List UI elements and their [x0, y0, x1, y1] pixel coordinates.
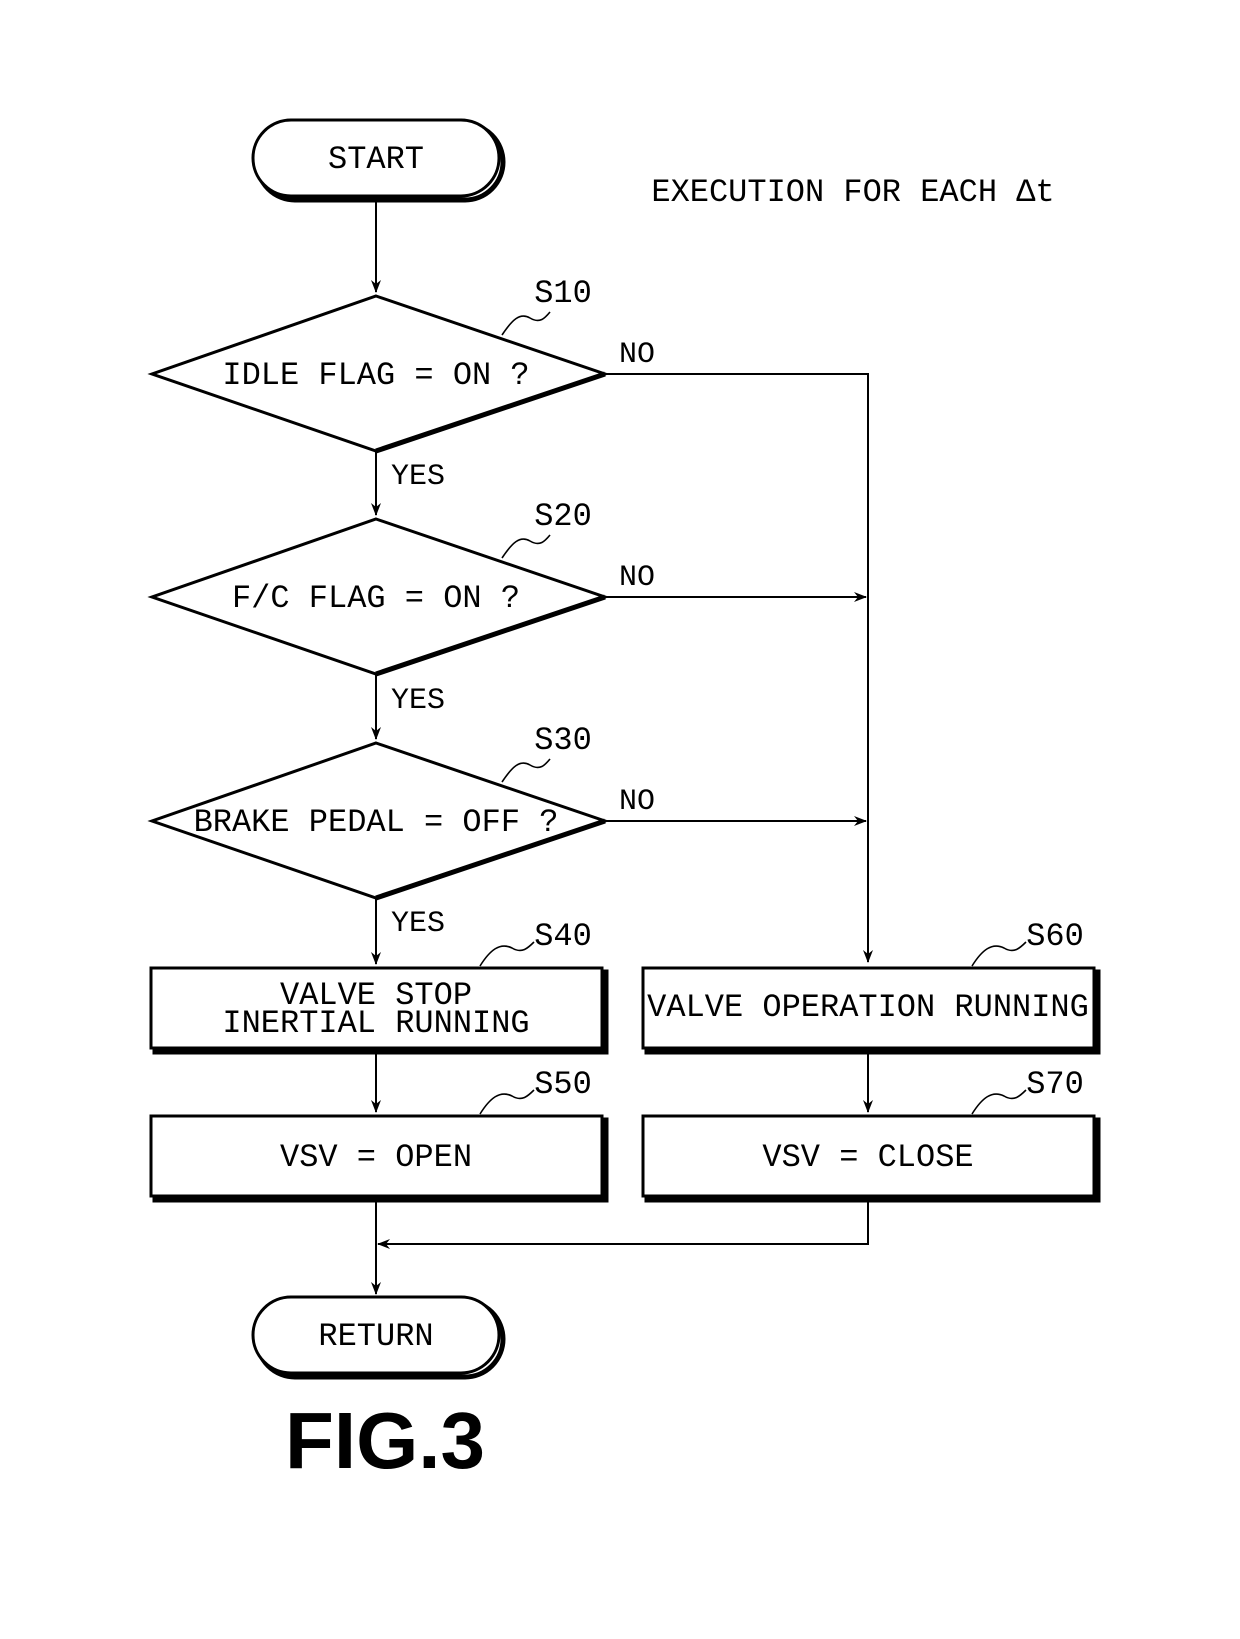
- process-s40-line2: INERTIAL RUNNING: [222, 1005, 529, 1042]
- process-s70: VSV = CLOSE S70: [641, 1066, 1101, 1203]
- no-label-s10: NO: [619, 338, 655, 372]
- no-label-s30: NO: [619, 785, 655, 819]
- yes-label-s30: YES: [391, 907, 445, 941]
- process-s70-text: VSV = CLOSE: [762, 1139, 973, 1176]
- yes-label-s20: YES: [391, 684, 445, 718]
- leader-s60: [971, 941, 1027, 967]
- leader-s30: [501, 758, 551, 783]
- flowchart: START EXECUTION FOR EACH Δt IDLE FLAG = …: [147, 118, 1101, 1485]
- yes-label-s10: YES: [391, 460, 445, 494]
- step-label-s10: S10: [534, 275, 592, 312]
- edge-s70-return: [377, 1198, 869, 1249]
- step-label-s70: S70: [1026, 1066, 1084, 1103]
- start-terminal: START: [251, 118, 506, 203]
- decision-s30-text: BRAKE PEDAL = OFF ?: [194, 804, 559, 841]
- return-terminal: RETURN: [251, 1295, 506, 1380]
- decision-s10: IDLE FLAG = ON ? S10 NO YES: [147, 275, 655, 494]
- step-label-s20: S20: [534, 498, 592, 535]
- no-label-s20: NO: [619, 561, 655, 595]
- process-s60: VALVE OPERATION RUNNING S60: [641, 918, 1101, 1055]
- leader-s50: [479, 1089, 535, 1115]
- process-s50-text: VSV = OPEN: [280, 1139, 472, 1176]
- process-s60-text: VALVE OPERATION RUNNING: [647, 989, 1089, 1026]
- leader-s40: [479, 941, 535, 967]
- leader-s70: [971, 1089, 1027, 1115]
- decision-s20-text: F/C FLAG = ON ?: [232, 580, 520, 617]
- start-label: START: [328, 141, 424, 178]
- step-label-s30: S30: [534, 722, 592, 759]
- leader-s20: [501, 534, 551, 559]
- edge-no-to-s60: [605, 373, 873, 963]
- decision-s30: BRAKE PEDAL = OFF ? S30 NO YES: [147, 722, 655, 941]
- step-label-s40: S40: [534, 918, 592, 955]
- decision-s20: F/C FLAG = ON ? S20 NO YES: [147, 498, 655, 718]
- leader-s10: [501, 311, 551, 336]
- return-label: RETURN: [318, 1318, 433, 1355]
- step-label-s60: S60: [1026, 918, 1084, 955]
- decision-s10-text: IDLE FLAG = ON ?: [222, 357, 529, 394]
- process-s40: VALVE STOP INERTIAL RUNNING S40: [149, 918, 609, 1055]
- step-label-s50: S50: [534, 1066, 592, 1103]
- execution-note: EXECUTION FOR EACH Δt: [651, 174, 1054, 211]
- figure-label: FIG.3: [285, 1396, 485, 1485]
- process-s50: VSV = OPEN S50: [149, 1066, 609, 1203]
